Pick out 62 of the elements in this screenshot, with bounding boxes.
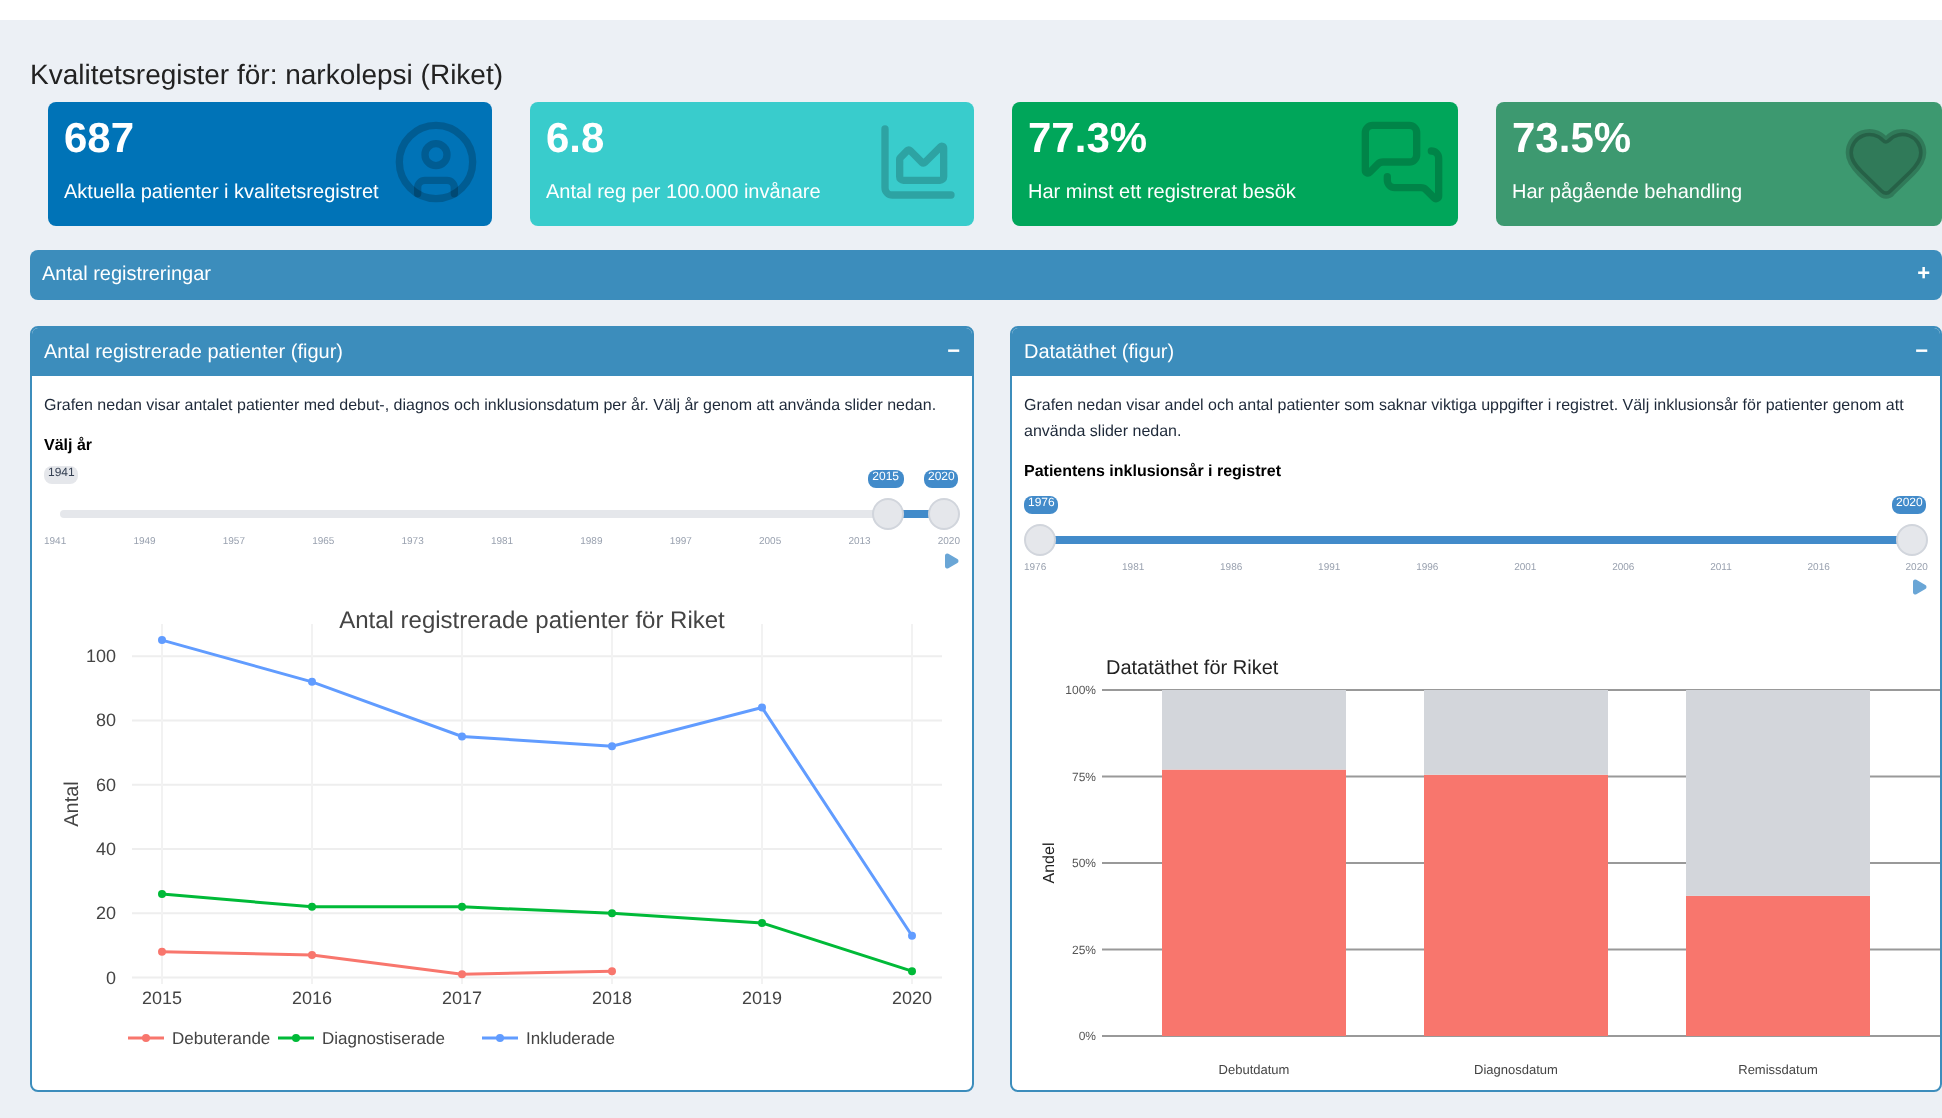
data-point [308, 950, 316, 959]
box-title: Antal registreringar [42, 262, 211, 290]
panel-description: Grafen nedan visar antalet patienter med debut-, diagnos och inklusionsdatum per år. Välj år genom att använda slider nedan. [42, 394, 939, 418]
y-tick-label: 0 [105, 966, 116, 987]
x-tick-label: 2017 [441, 987, 483, 1007]
value-label: Antal reg per 100.000 invånare [546, 180, 821, 208]
value-label: Har minst ett registrerat besök [1028, 180, 1296, 208]
data-point [158, 635, 166, 644]
chart-title: Antal registrerade patienter för Riket [339, 605, 725, 633]
data-point [158, 889, 166, 897]
play-icon[interactable] [942, 551, 960, 569]
collapse-button[interactable]: − [1915, 335, 1928, 369]
y-tick-label: 100 [85, 645, 116, 666]
value-text: 77.3% [1028, 114, 1148, 166]
y-axis-label: Andel [1040, 841, 1058, 883]
y-tick-label: 40 [95, 838, 116, 858]
data-point [608, 741, 616, 750]
chat-bubbles-icon [1358, 118, 1446, 206]
legend-swatch [482, 1033, 518, 1041]
panel-title: Antal registrerade patienter (figur) [44, 339, 344, 367]
value-label: Har pågående behandling [1512, 180, 1743, 208]
y-tick-label: 20 [95, 902, 116, 923]
x-tick-label: 2015 [141, 987, 183, 1007]
legend-label: Diagnostiserade [322, 1027, 445, 1047]
user-icon [392, 118, 480, 206]
value-text: 6.8 [546, 114, 605, 166]
y-tick-label: 80 [95, 709, 116, 730]
collapse-button[interactable]: − [947, 335, 960, 369]
value-text: 687 [64, 114, 135, 166]
slider-label: Välj år [44, 434, 95, 458]
y-axis-label: Antal [62, 780, 84, 826]
data-point [158, 946, 166, 955]
data-point [758, 917, 766, 926]
chart-title: Datatäthet för Riket [1106, 657, 1279, 679]
panel-title: Datatäthet (figur) [1024, 339, 1175, 367]
data-point [308, 901, 316, 910]
collapsed-box-header[interactable]: Antal registreringar + [30, 250, 1942, 300]
data-point [908, 966, 916, 975]
x-tick-label: 2020 [891, 987, 933, 1007]
data-point [458, 731, 466, 740]
data-point [908, 930, 916, 939]
legend-label: Inkluderade [526, 1027, 615, 1047]
y-tick-label: 60 [95, 773, 116, 794]
x-tick-label: 2016 [291, 987, 333, 1007]
expand-toggle[interactable]: + [1917, 258, 1930, 292]
value-text: 73.5% [1512, 114, 1632, 166]
x-tick-label: 2019 [741, 987, 783, 1007]
slider-label: Patientens inklusionsår i registret [1024, 460, 1283, 484]
legend-swatch [278, 1033, 314, 1041]
legend-swatch [128, 1033, 164, 1041]
page-title: Kvalitetsregister för: narkolepsi (Riket) [30, 56, 506, 94]
data-point [458, 969, 466, 978]
x-tick-label: 2018 [591, 987, 633, 1007]
data-point [458, 901, 466, 910]
play-icon[interactable] [1910, 577, 1928, 595]
data-point [608, 966, 616, 975]
data-point [758, 702, 766, 711]
data-point [608, 908, 616, 917]
value-label: Aktuella patienter i kvalitetsregistret [64, 180, 379, 208]
legend-label: Debuterande [172, 1027, 271, 1047]
data-point [308, 676, 316, 685]
panel-description: Grafen nedan visar andel och antal patienter som saknar viktiga uppgifter i registret. Välj inklusionsår för patienter genom att använda slider nedan. [1022, 394, 1906, 444]
